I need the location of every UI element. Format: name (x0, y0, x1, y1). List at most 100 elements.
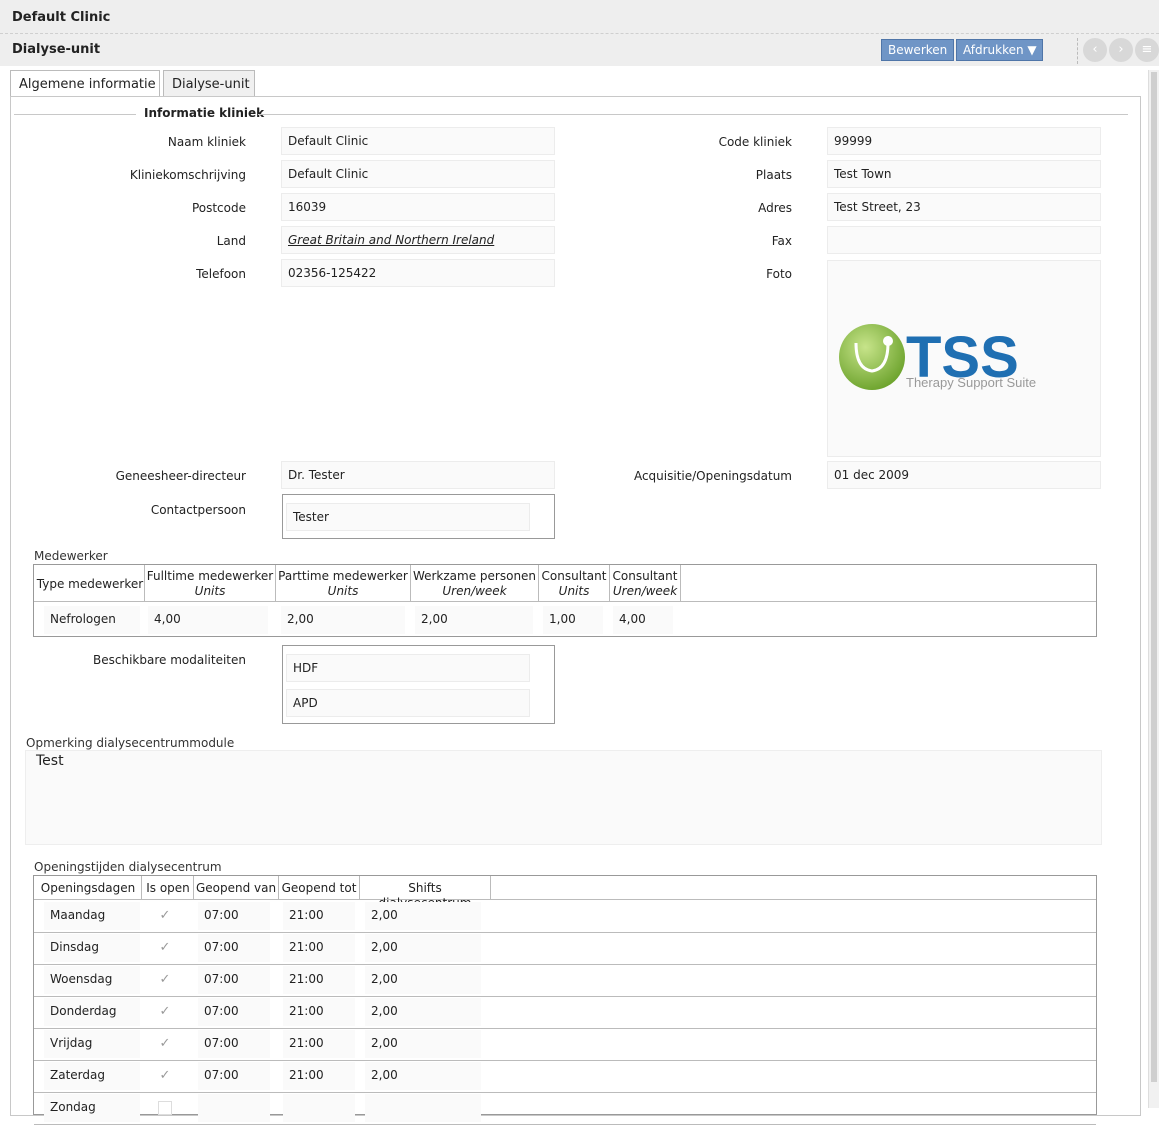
shifts-cell[interactable] (365, 1094, 481, 1122)
modality-item: APD (286, 689, 530, 717)
col-sep (275, 565, 276, 601)
row-divider (34, 932, 1096, 933)
open-to-cell[interactable]: 21:00 (283, 1062, 355, 1090)
header-consultant-units-unit: Units (558, 584, 590, 598)
col-sep (609, 565, 610, 601)
check-icon[interactable]: ✓ (158, 909, 172, 923)
day-cell: Dinsdag (44, 934, 140, 962)
staff-consultant-hours-cell[interactable]: 4,00 (613, 606, 673, 634)
header-fulltime: Fulltime medewerker Units (146, 569, 274, 599)
remark-label: Opmerking dialysecentrummodule (26, 736, 235, 750)
shifts-cell[interactable]: 2,00 (365, 1030, 481, 1058)
staff-fulltime-cell[interactable]: 4,00 (148, 606, 268, 634)
header-fulltime-title: Fulltime medewerker (146, 569, 274, 583)
open-from-cell[interactable]: 07:00 (198, 1062, 270, 1090)
header-consultant-hours-title: Consultant (612, 569, 678, 583)
postcode-label: Postcode (191, 201, 246, 215)
staff-legend: Medewerker (34, 549, 108, 563)
header-parttime: Parttime medewerker Units (277, 569, 409, 599)
clinic-info-legend: Informatie kliniek (144, 106, 265, 120)
header-open-to: Geopend tot (281, 881, 357, 895)
tab-dialysis-unit[interactable]: Dialyse-unit (163, 70, 255, 96)
col-sep (490, 876, 491, 899)
staff-consultant-units-cell[interactable]: 1,00 (543, 606, 603, 634)
shifts-cell[interactable]: 2,00 (365, 966, 481, 994)
check-icon[interactable]: ✓ (158, 1069, 172, 1083)
shifts-cell[interactable]: 2,00 (365, 1062, 481, 1090)
header-consultant-hours: Consultant Uren/week (611, 569, 679, 599)
header-is-open: Is open (146, 881, 190, 895)
row-divider (34, 996, 1096, 997)
contact-label: Contactpersoon (150, 503, 246, 517)
open-from-cell[interactable]: 07:00 (198, 934, 270, 962)
open-from-cell[interactable]: 07:00 (198, 966, 270, 994)
tss-logo: TSS Therapy Support Suite (839, 324, 1036, 390)
open-from-cell[interactable]: 07:00 (198, 902, 270, 930)
open-to-cell[interactable]: 21:00 (283, 966, 355, 994)
day-cell: Vrijdag (44, 1030, 140, 1058)
chevron-right-icon[interactable]: › (1109, 38, 1133, 62)
shifts-cell[interactable]: 2,00 (365, 934, 481, 962)
edit-button[interactable]: Bewerken (881, 39, 955, 61)
clinic-name-field: Default Clinic (281, 127, 555, 155)
hours-legend: Openingstijden dialysecentrum (34, 860, 222, 874)
clinic-description-field: Default Clinic (281, 160, 555, 188)
shifts-cell[interactable]: 2,00 (365, 998, 481, 1026)
staff-type-cell: Nefrologen (44, 606, 140, 634)
col-sep (538, 565, 539, 601)
check-icon[interactable]: ✓ (158, 973, 172, 987)
remark-textarea[interactable]: Test (25, 750, 1102, 845)
check-icon[interactable] (158, 1101, 172, 1115)
col-sep (193, 876, 194, 899)
modality-item: HDF (286, 654, 530, 682)
header-working-unit: Uren/week (442, 584, 507, 598)
check-icon[interactable]: ✓ (158, 1037, 172, 1051)
vertical-scrollbar[interactable] (1148, 70, 1159, 1108)
city-label: Plaats (755, 168, 792, 182)
day-cell: Zondag (44, 1094, 140, 1122)
legend-rule-left (14, 114, 136, 115)
clinic-code-label: Code kliniek (718, 135, 792, 149)
hours-header-rule (34, 899, 1096, 900)
col-sep (141, 876, 142, 899)
open-to-cell[interactable]: 21:00 (283, 902, 355, 930)
open-from-cell[interactable]: 07:00 (198, 1030, 270, 1058)
fax-label: Fax (771, 234, 792, 248)
modalities-label: Beschikbare modaliteiten (93, 653, 246, 667)
header-open-from: Geopend van (195, 881, 277, 895)
menu-icon[interactable]: ≡ (1135, 38, 1159, 62)
staff-parttime-cell[interactable]: 2,00 (281, 606, 405, 634)
check-icon[interactable]: ✓ (158, 941, 172, 955)
postcode-field: 16039 (281, 193, 555, 221)
director-label: Geneesheer-directeur (115, 469, 246, 483)
open-from-cell[interactable]: 07:00 (198, 998, 270, 1026)
scrollbar-thumb[interactable] (1151, 72, 1157, 1082)
photo-label: Foto (766, 267, 792, 281)
day-cell: Donderdag (44, 998, 140, 1026)
print-button[interactable]: Afdrukken ▼ (956, 39, 1043, 61)
clinic-code-field: 99999 (827, 127, 1101, 155)
director-field: Dr. Tester (281, 461, 555, 489)
open-to-cell[interactable] (283, 1094, 355, 1122)
open-from-cell[interactable] (198, 1094, 270, 1122)
col-sep (359, 876, 360, 899)
clinic-photo: TSS Therapy Support Suite (827, 260, 1101, 457)
row-divider (34, 1092, 1096, 1093)
header-parttime-unit: Units (327, 584, 359, 598)
open-to-cell[interactable]: 21:00 (283, 1030, 355, 1058)
chevron-left-icon[interactable]: ‹ (1083, 38, 1107, 62)
staff-working-cell[interactable]: 2,00 (415, 606, 533, 634)
check-icon[interactable]: ✓ (158, 1005, 172, 1019)
open-to-cell[interactable]: 21:00 (283, 998, 355, 1026)
tab-general-info[interactable]: Algemene informatie (10, 70, 160, 97)
legend-rule-right (258, 114, 1128, 115)
country-link[interactable]: Great Britain and Northern Ireland (281, 226, 555, 254)
day-cell: Maandag (44, 902, 140, 930)
opening-date-label: Acquisitie/Openingsdatum (633, 469, 792, 483)
clinic-description-label: Kliniekomschrijving (129, 168, 246, 182)
address-label: Adres (758, 201, 792, 215)
shifts-cell[interactable]: 2,00 (365, 902, 481, 930)
row-divider (34, 1028, 1096, 1029)
city-field: Test Town (827, 160, 1101, 188)
open-to-cell[interactable]: 21:00 (283, 934, 355, 962)
